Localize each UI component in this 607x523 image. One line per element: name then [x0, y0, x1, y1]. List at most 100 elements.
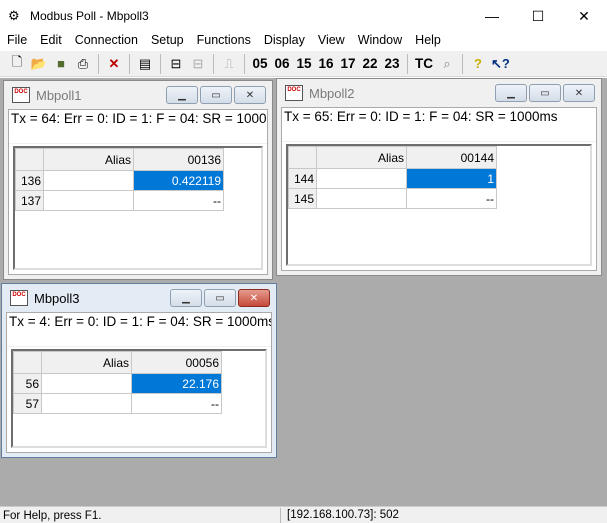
app-title: Modbus Poll - Mbpoll3 — [30, 9, 149, 23]
minimize-button[interactable]: ▁ — [170, 289, 202, 307]
separator — [129, 53, 130, 74]
separator — [407, 53, 408, 74]
table-row: 57 -- — [13, 393, 222, 414]
minimize-button[interactable]: ▁ — [166, 86, 198, 104]
row-address: 144 — [288, 168, 317, 189]
menu-window[interactable]: Window — [351, 32, 408, 50]
mbpoll3-window[interactable]: DOC Mbpoll3 ▁ ▭ ✕ Tx = 4: Err = 0: ID = 1:… — [1, 283, 277, 458]
alias-cell[interactable] — [41, 373, 132, 394]
restore-button[interactable]: ▭ — [200, 86, 232, 104]
close-button[interactable]: ✕ — [234, 86, 266, 104]
close-button[interactable]: ✕ — [561, 0, 607, 32]
minimize-button[interactable]: ▁ — [495, 84, 527, 102]
restore-button[interactable]: ▭ — [529, 84, 561, 102]
menu-help[interactable]: Help — [408, 32, 447, 50]
window-title-bar[interactable]: DOC Mbpoll3 ▁ ▭ ✕ — [2, 284, 276, 312]
menu-display[interactable]: Display — [257, 32, 311, 50]
separator — [213, 53, 214, 74]
corner-cell — [13, 351, 42, 374]
pulse-icon: ⎍ — [224, 55, 234, 71]
open-icon[interactable]: 📂 — [28, 53, 50, 75]
value-cell[interactable]: 1 — [406, 168, 497, 189]
row-address: 137 — [15, 190, 44, 211]
table-row: 56 22.176 — [13, 373, 222, 394]
save-icon[interactable]: ■ — [50, 53, 72, 75]
alias-cell[interactable] — [41, 393, 132, 414]
separator — [462, 53, 463, 74]
restore-button[interactable]: ▭ — [204, 289, 236, 307]
document-icon: DOC — [12, 87, 30, 103]
alias-cell[interactable] — [43, 170, 134, 191]
corner-cell — [15, 148, 44, 171]
menu-functions[interactable]: Functions — [190, 32, 257, 50]
separator — [160, 53, 161, 74]
connection-status: [192.168.100.73]: 502 — [280, 508, 399, 523]
separator — [98, 53, 99, 74]
data-grid: Alias 00136 136 0.422119 137 -- — [13, 146, 263, 270]
traffic-monitor-icon[interactable]: ⌕ — [436, 53, 458, 75]
fc-22-button[interactable]: 22 — [359, 53, 381, 75]
disconnect-icon: ⊟ — [192, 55, 204, 71]
row-address: 57 — [13, 393, 42, 414]
fc-05-button[interactable]: 05 — [249, 53, 271, 75]
app-title-bar: ⚙ Modbus Poll - Mbpoll3 — ☐ ✕ — [0, 0, 607, 32]
row-address: 56 — [13, 373, 42, 394]
fc-16-button[interactable]: 16 — [315, 53, 337, 75]
window-title: Mbpoll2 — [309, 85, 355, 101]
fc-15-button[interactable]: 15 — [293, 53, 315, 75]
alias-header: Alias — [41, 351, 132, 374]
window-title: Mbpoll3 — [34, 290, 80, 306]
value-cell[interactable]: 0.422119 — [133, 170, 224, 191]
connect-icon[interactable]: ⊟ — [165, 53, 187, 75]
close-button[interactable]: ✕ — [563, 84, 595, 102]
alias-cell[interactable] — [316, 188, 407, 209]
value-cell[interactable]: -- — [133, 190, 224, 211]
menu-view[interactable]: View — [311, 32, 351, 50]
print-icon[interactable]: ⎙ — [72, 53, 94, 75]
data-grid: Alias 00144 144 1 145 -- — [286, 144, 592, 266]
corner-cell — [288, 146, 317, 169]
context-help-icon[interactable]: ↖? — [489, 53, 512, 75]
alias-cell[interactable] — [43, 190, 134, 211]
close-button[interactable]: ✕ — [238, 289, 270, 307]
minimize-button[interactable]: — — [469, 0, 515, 32]
value-cell[interactable]: 22.176 — [131, 373, 222, 394]
new-icon[interactable]: 🗋 — [6, 53, 28, 75]
status-info: Tx = 4: Err = 0: ID = 1: F = 04: SR = 10… — [7, 313, 271, 347]
row-address: 145 — [288, 188, 317, 209]
status-bar: For Help, press F1. [192.168.100.73]: 50… — [0, 506, 607, 523]
menu-setup[interactable]: Setup — [144, 32, 190, 50]
fc-06-button[interactable]: 06 — [271, 53, 293, 75]
address-header: 00144 — [406, 146, 497, 169]
menu-bar: File Edit Connection Setup Functions Dis… — [0, 32, 607, 50]
menu-connection[interactable]: Connection — [68, 32, 144, 50]
data-grid: Alias 00056 56 22.176 57 -- — [11, 349, 267, 448]
tc-button[interactable]: TC — [412, 53, 436, 75]
fc-17-button[interactable]: 17 — [337, 53, 359, 75]
maximize-button[interactable]: ☐ — [515, 0, 561, 32]
alias-header: Alias — [43, 148, 134, 171]
table-row: 136 0.422119 — [15, 170, 224, 191]
value-cell[interactable]: -- — [131, 393, 222, 414]
help-icon[interactable]: ? — [467, 53, 489, 75]
window-icon[interactable]: ▤ — [134, 53, 156, 75]
alias-cell[interactable] — [316, 168, 407, 189]
delete-icon[interactable]: ✕ — [103, 53, 125, 75]
fc-23-button[interactable]: 23 — [381, 53, 403, 75]
row-address: 136 — [15, 170, 44, 191]
window-title-bar[interactable]: DOC Mbpoll1 ▁ ▭ ✕ — [4, 81, 272, 109]
separator — [244, 53, 245, 74]
mbpoll1-window[interactable]: DOC Mbpoll1 ▁ ▭ ✕ Tx = 64: Err = 0: ID = 1… — [3, 80, 273, 280]
address-header: 00056 — [131, 351, 222, 374]
status-info: Tx = 64: Err = 0: ID = 1: F = 04: SR = 1… — [9, 110, 267, 144]
menu-file[interactable]: File — [0, 32, 33, 50]
mbpoll2-window[interactable]: DOC Mbpoll2 ▁ ▭ ✕ Tx = 65: Err = 0: ID = 1… — [276, 78, 602, 276]
value-cell[interactable]: -- — [406, 188, 497, 209]
help-status-text: For Help, press F1. — [3, 510, 102, 522]
toolbar: 🗋 📂 ■ ⎙ ✕ ▤ ⊟ ⊟ ⎍ 05 06 15 16 17 22 23 T… — [0, 51, 607, 77]
document-icon: DOC — [10, 290, 28, 306]
table-row: 144 1 — [288, 168, 497, 189]
status-info: Tx = 65: Err = 0: ID = 1: F = 04: SR = 1… — [282, 108, 596, 142]
window-title-bar[interactable]: DOC Mbpoll2 ▁ ▭ ✕ — [277, 79, 601, 107]
menu-edit[interactable]: Edit — [33, 32, 68, 50]
